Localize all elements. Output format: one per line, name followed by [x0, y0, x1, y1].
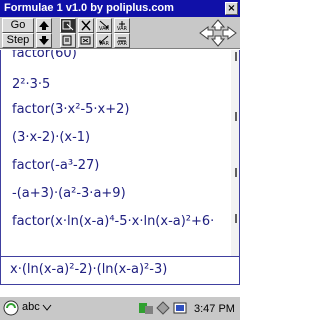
down-arrow-icon[interactable]: [36, 33, 52, 48]
worksheet[interactable]: factor(60) 2²·3·5 factor(3·x²-5·x+2) (3·…: [0, 50, 240, 256]
input-line[interactable]: x·(ln(x-a)²-2)·(ln(x-a)²-3): [0, 256, 240, 285]
worksheet-line[interactable]: (3·x-2)·(x-1): [12, 130, 90, 145]
input-expression[interactable]: x·(ln(x-a)²-2)·(ln(x-a)²-3): [10, 262, 167, 277]
delete-icon[interactable]: [78, 33, 94, 48]
keyboard-arrow-icon[interactable]: [42, 304, 52, 312]
clock[interactable]: 3:47 PM: [194, 303, 235, 315]
start-menu-icon[interactable]: [3, 300, 19, 316]
taskbar: abc 3:47 PM: [0, 296, 240, 320]
scroll-marker-icon: [235, 168, 237, 177]
toolbar: Go Step VAR VAR VAR VAR: [0, 17, 240, 49]
edit-variable-icon[interactable]: VAR: [114, 33, 130, 48]
scroll-marker-icon: [235, 52, 237, 61]
worksheet-line[interactable]: factor(60): [12, 50, 77, 61]
paste-expression-icon[interactable]: [60, 33, 76, 48]
up-arrow-icon[interactable]: [36, 18, 52, 33]
worksheet-line[interactable]: 2²·3·5: [12, 77, 50, 92]
insert-variable-icon[interactable]: VAR: [114, 18, 130, 33]
close-button[interactable]: ×: [225, 2, 238, 15]
sync-icon: [139, 303, 153, 314]
title-bar: Formulae 1 v1.0 by poliplus.com ×: [0, 0, 240, 17]
copy-expression-icon[interactable]: [60, 18, 76, 33]
worksheet-line[interactable]: factor(-a³-27): [12, 158, 99, 173]
window-title: Formulae 1 v1.0 by poliplus.com: [4, 2, 174, 14]
worksheet-line[interactable]: factor(x·ln(x-a)⁴-5·x·ln(x-a)²+6·: [12, 214, 214, 229]
cut-icon[interactable]: [78, 18, 94, 33]
direction-pad-icon[interactable]: [198, 19, 238, 47]
keyboard-mode-label[interactable]: abc: [22, 301, 40, 313]
store-variable-icon[interactable]: VAR: [96, 18, 112, 33]
scroll-marker-icon: [235, 112, 237, 121]
step-button[interactable]: Step: [2, 33, 34, 48]
network-icon: [156, 301, 170, 315]
worksheet-line[interactable]: -(a+3)·(a²-3·a+9): [12, 186, 126, 201]
battery-icon: [173, 302, 187, 314]
recall-variable-icon[interactable]: VAR: [96, 33, 112, 48]
worksheet-line[interactable]: factor(3·x²-5·x+2): [12, 102, 130, 117]
scroll-marker-icon: [235, 214, 237, 223]
go-button[interactable]: Go: [2, 18, 34, 33]
vertical-scrollbar[interactable]: [231, 50, 239, 256]
